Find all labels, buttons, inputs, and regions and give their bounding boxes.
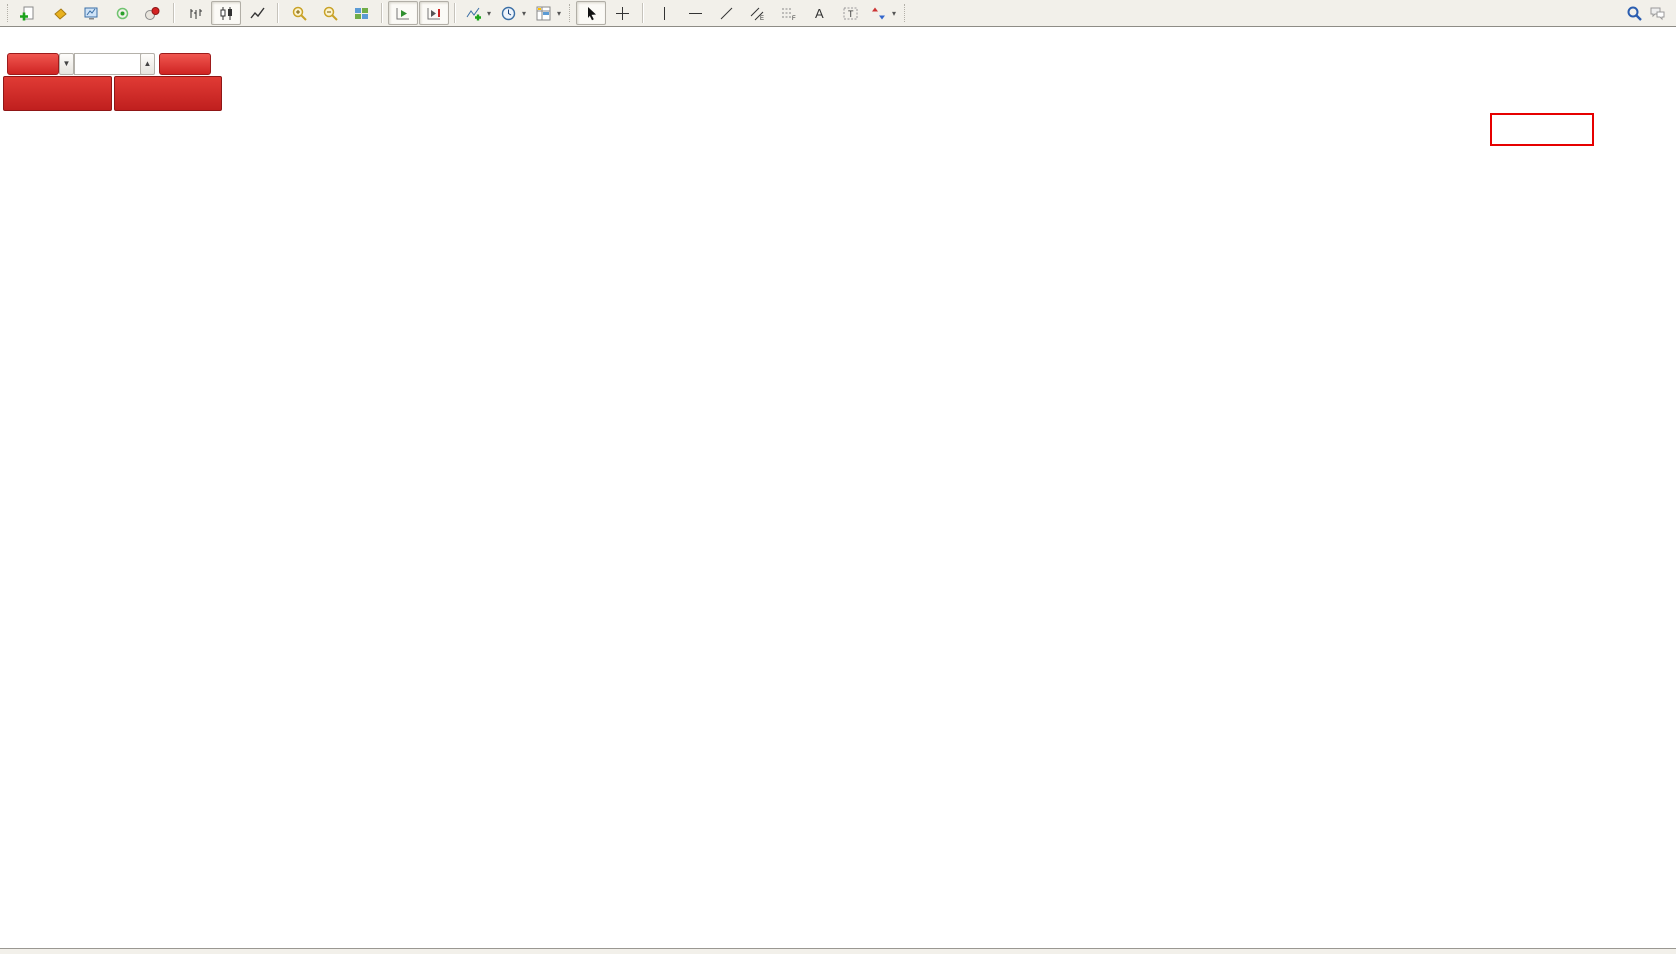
- fibonacci-tool-button[interactable]: F: [773, 1, 803, 25]
- candlestick-chart-type-button[interactable]: [211, 1, 241, 25]
- one-click-trading-panel: ▼ ▲: [3, 44, 224, 110]
- periods-button[interactable]: ▾: [496, 1, 530, 25]
- trendline-icon: [718, 5, 735, 22]
- price-chart-canvas[interactable]: [0, 0, 1676, 954]
- line-chart-icon: [249, 5, 266, 22]
- buy-button[interactable]: [159, 53, 211, 75]
- gold-box-icon: [52, 5, 69, 22]
- tile-windows-icon: [353, 5, 370, 22]
- auto-scroll-button[interactable]: [388, 1, 418, 25]
- cursor-icon: [583, 5, 600, 22]
- signals-button[interactable]: [107, 1, 137, 25]
- clock-icon: [500, 5, 517, 22]
- svg-text:A: A: [815, 6, 824, 21]
- horizontal-line-icon: [687, 5, 704, 22]
- toolbar-right-group: [1626, 5, 1672, 22]
- volume-down-button[interactable]: ▼: [59, 53, 74, 75]
- chart-windows-button[interactable]: [76, 1, 106, 25]
- horizontal-line-tool-button[interactable]: [680, 1, 710, 25]
- toolbar-grip[interactable]: [569, 4, 572, 22]
- periods-dropdown-caret: ▾: [522, 9, 526, 18]
- chat-icon[interactable]: [1649, 5, 1666, 22]
- arrows-icon: [870, 5, 887, 22]
- crosshair-icon: [614, 5, 631, 22]
- indicators-icon: [465, 5, 482, 22]
- svg-text:T: T: [848, 9, 854, 19]
- equidistant-channel-icon: E: [749, 5, 766, 22]
- label-tool-icon: T: [842, 5, 859, 22]
- arrows-tool-button[interactable]: ▾: [866, 1, 900, 25]
- crosshair-button[interactable]: [607, 1, 637, 25]
- search-icon[interactable]: [1626, 5, 1643, 22]
- templates-icon: [535, 5, 552, 22]
- chart-shift-icon: [426, 5, 443, 22]
- vertical-line-icon: [656, 5, 673, 22]
- volume-input[interactable]: [74, 53, 146, 75]
- zoom-out-icon: [322, 5, 339, 22]
- line-chart-type-button[interactable]: [242, 1, 272, 25]
- toolbar-separator: [454, 3, 456, 23]
- templates-button[interactable]: ▾: [531, 1, 565, 25]
- indicators-dropdown-caret: ▾: [487, 9, 491, 18]
- toolbar-separator: [642, 3, 644, 23]
- zoom-in-icon: [291, 5, 308, 22]
- auto-trading-icon: [143, 5, 160, 22]
- volume-up-button[interactable]: ▲: [140, 53, 155, 75]
- bar-chart-icon: [187, 5, 204, 22]
- chart-shift-button[interactable]: [419, 1, 449, 25]
- label-tool-button[interactable]: T: [835, 1, 865, 25]
- sell-price-tile[interactable]: [3, 76, 112, 111]
- cursor-button[interactable]: [576, 1, 606, 25]
- tile-windows-button[interactable]: [346, 1, 376, 25]
- channel-tool-button[interactable]: E: [742, 1, 772, 25]
- toolbar-grip[interactable]: [7, 4, 10, 22]
- toolbar-separator: [277, 3, 279, 23]
- trendline-tool-button[interactable]: [711, 1, 741, 25]
- mt4-window: ▾ ▾ ▾ E F: [0, 0, 1676, 954]
- arrows-dropdown-caret: ▾: [892, 9, 896, 18]
- chart-windows-icon: [83, 5, 100, 22]
- text-tool-button[interactable]: A: [804, 1, 834, 25]
- zoom-in-button[interactable]: [284, 1, 314, 25]
- fibonacci-icon: F: [780, 5, 797, 22]
- vertical-line-tool-button[interactable]: [649, 1, 679, 25]
- auto-scroll-icon: [395, 5, 412, 22]
- text-tool-icon: A: [811, 5, 828, 22]
- new-order-icon: [19, 5, 36, 22]
- toolbar-grip[interactable]: [904, 4, 907, 22]
- chart-ohlc-header: [8, 31, 32, 45]
- window-bottom-edge: [0, 948, 1676, 954]
- svg-text:E: E: [760, 16, 764, 22]
- candlestick-chart-icon: [218, 5, 235, 22]
- auto-trading-button[interactable]: [138, 1, 168, 25]
- gold-box-button[interactable]: [45, 1, 75, 25]
- signals-icon: [114, 5, 131, 22]
- price-level-text-object[interactable]: [1490, 113, 1594, 146]
- templates-dropdown-caret: ▾: [557, 9, 561, 18]
- main-toolbar: ▾ ▾ ▾ E F: [0, 0, 1676, 27]
- new-order-button[interactable]: [14, 1, 44, 25]
- zoom-out-button[interactable]: [315, 1, 345, 25]
- toolbar-separator: [173, 3, 175, 23]
- buy-price-tile[interactable]: [114, 76, 222, 111]
- bar-chart-type-button[interactable]: [180, 1, 210, 25]
- indicators-button[interactable]: ▾: [461, 1, 495, 25]
- svg-text:F: F: [792, 16, 796, 22]
- toolbar-separator: [381, 3, 383, 23]
- sell-button[interactable]: [7, 53, 59, 75]
